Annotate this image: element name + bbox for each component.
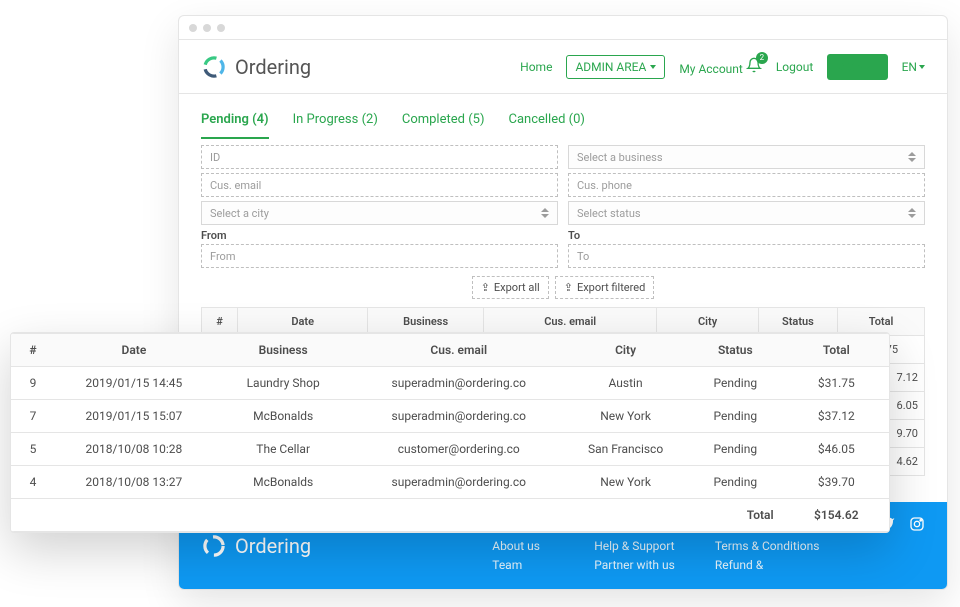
orders-table-float: # Date Business Cus. email City Status T… [10,332,890,533]
nav-my-account[interactable]: My Account 2 [679,57,762,76]
footer-brand: Ordering [201,533,311,559]
traffic-light-min[interactable] [203,24,211,32]
brand-logo-icon [201,54,227,80]
nav-logout[interactable]: Logout [776,60,813,74]
footer-link[interactable]: Help & Support [594,537,675,556]
col-status: Status [687,334,784,367]
total-label: Total [11,499,784,532]
brand: Ordering [201,54,311,80]
table-row[interactable]: 52018/10/08 10:28The Cellarcustomer@orde… [11,433,889,466]
col-business: Business [213,334,353,367]
export-icon: ⇪ [481,281,490,294]
col-total: Total [784,334,889,367]
window-chrome [179,16,947,40]
notification-count: 2 [756,52,768,64]
tab-in-progress[interactable]: In Progress (2) [293,112,378,139]
col-n: # [11,334,55,367]
language-code: EN [902,60,917,74]
footer-link[interactable]: Team [492,556,554,575]
footer-brand-name: Ordering [235,534,311,558]
nav-home[interactable]: Home [520,60,552,74]
col-email: Cus. email [353,334,564,367]
footer-link[interactable]: Partner with us [594,556,675,575]
filters-panel: ID Select a business Cus. email Cus. pho… [179,139,947,299]
cart-button[interactable]: 0 CART [827,54,887,80]
from-label: From [201,225,558,244]
orders-table: # Date Business Cus. email City Status T… [11,333,889,532]
sort-icon [908,208,916,218]
table-row[interactable]: 92019/01/15 14:45Laundry Shopsuperadmin@… [11,367,889,400]
traffic-light-close[interactable] [189,24,197,32]
app-header: Ordering Home ADMIN AREA My Account 2 Lo… [179,40,947,94]
table-row[interactable]: 42018/10/08 13:27McBonaldssuperadmin@ord… [11,466,889,499]
instagram-icon[interactable] [909,516,925,536]
total-value: $154.62 [784,499,889,532]
sort-icon [541,208,549,218]
export-filtered-button[interactable]: ⇪Export filtered [555,276,655,299]
filter-city-select[interactable]: Select a city [201,201,558,225]
traffic-light-max[interactable] [217,24,225,32]
filter-to-input[interactable]: To [568,244,925,268]
filter-business-select[interactable]: Select a business [568,145,925,169]
to-label: To [568,225,925,244]
nav-admin-area-label: ADMIN AREA [575,60,646,74]
col-city: City [564,334,687,367]
filter-id-input[interactable]: ID [201,145,558,169]
chevron-down-icon [650,65,656,69]
tab-completed[interactable]: Completed (5) [402,112,485,139]
brand-logo-icon [201,533,227,559]
table-row[interactable]: 72019/01/15 15:07McBonaldssuperadmin@ord… [11,400,889,433]
tab-cancelled[interactable]: Cancelled (0) [508,112,584,139]
footer-link[interactable]: About us [492,537,554,556]
tab-pending[interactable]: Pending (4) [201,112,269,139]
brand-name: Ordering [235,55,311,79]
filter-cus-phone-input[interactable]: Cus. phone [568,173,925,197]
status-tabs: Pending (4) In Progress (2) Completed (5… [179,94,947,139]
language-selector[interactable]: EN [902,60,925,74]
total-row: Total $154.62 [11,499,889,532]
notification-bell-icon[interactable]: 2 [746,57,762,73]
filter-from-input[interactable]: From [201,244,558,268]
filter-status-select[interactable]: Select status [568,201,925,225]
footer-link[interactable]: Refund & [715,556,820,575]
table-header-row: # Date Business Cus. email City Status T… [11,334,889,367]
export-buttons: ⇪Export all ⇪Export filtered [201,276,925,299]
export-all-button[interactable]: ⇪Export all [472,276,549,299]
filter-cus-email-input[interactable]: Cus. email [201,173,558,197]
sort-icon [908,152,916,162]
export-icon: ⇪ [564,281,573,294]
nav-admin-area[interactable]: ADMIN AREA [566,55,665,79]
nav-my-account-label: My Account [679,62,743,76]
top-nav: Home ADMIN AREA My Account 2 Logout 0 CA… [520,54,925,80]
col-date: Date [55,334,213,367]
chevron-down-icon [919,65,925,69]
footer-link[interactable]: Terms & Conditions [715,537,820,556]
